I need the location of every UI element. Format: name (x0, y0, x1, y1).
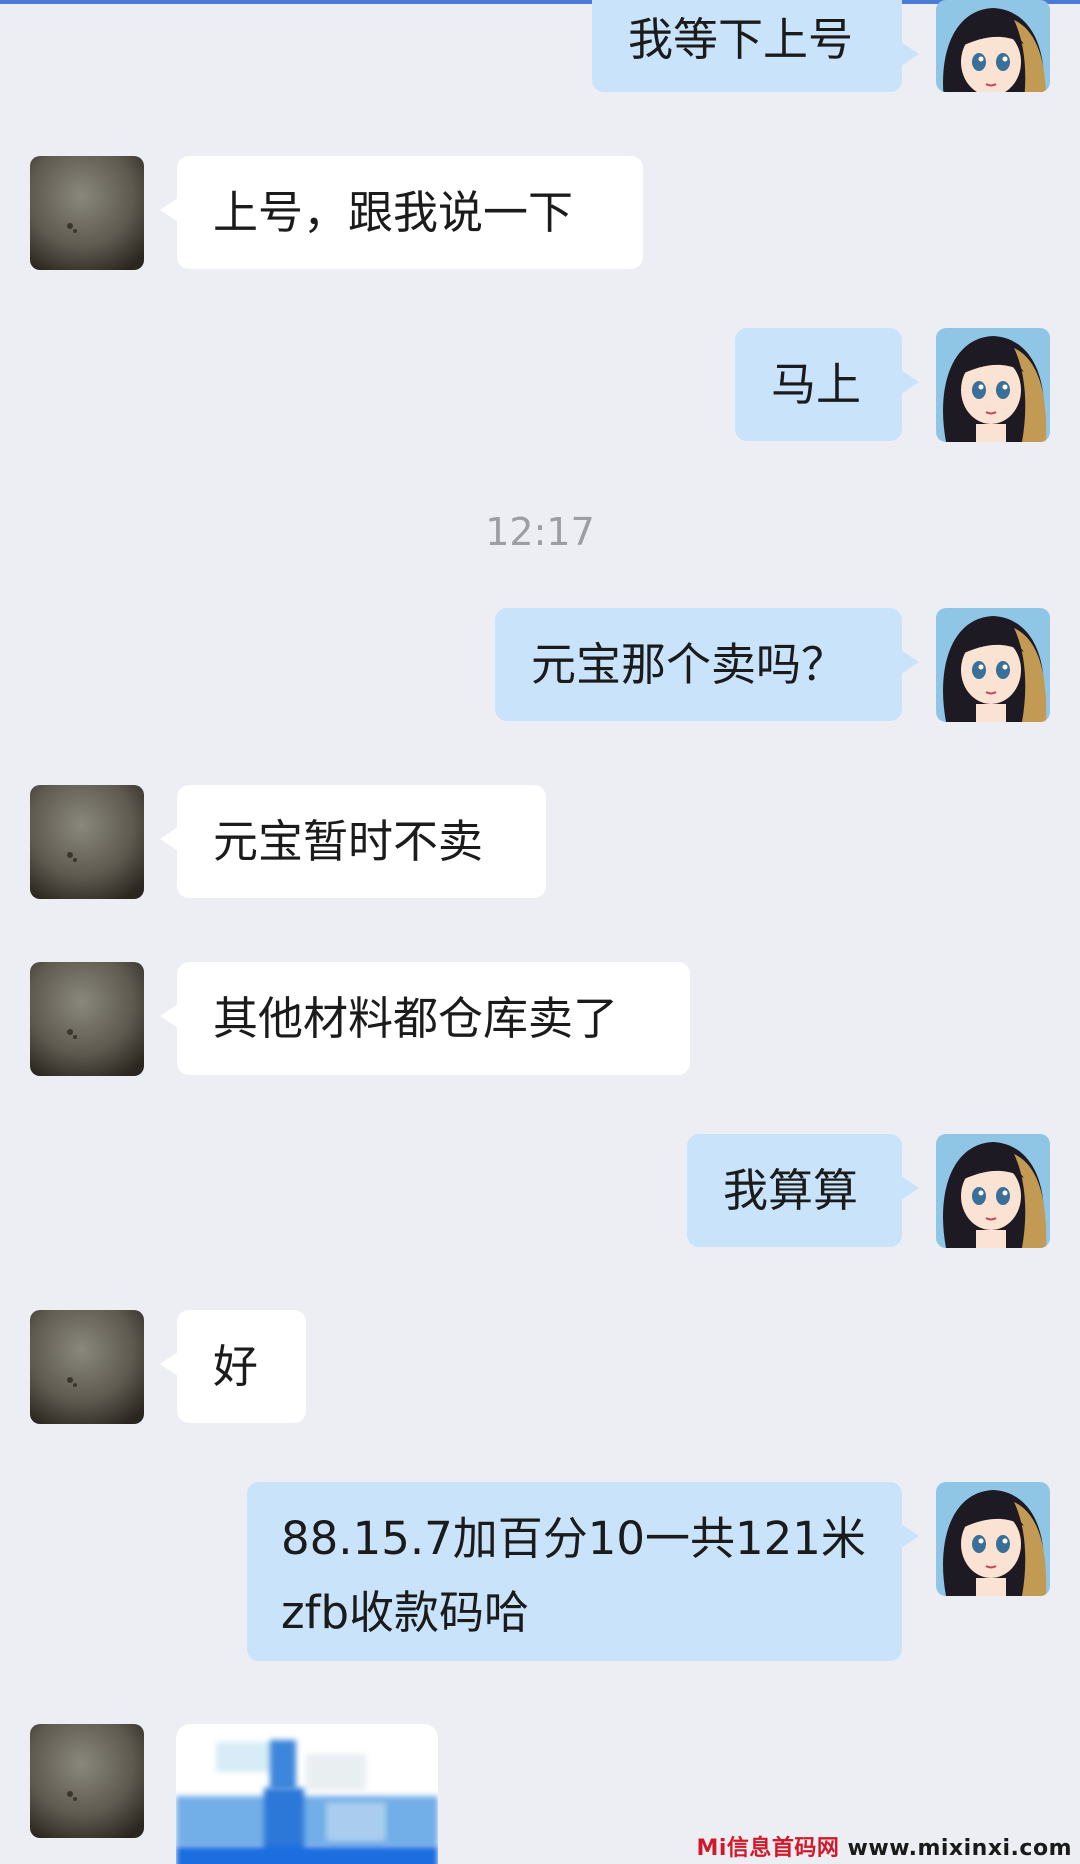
top-accent-line (0, 0, 1080, 4)
message-bubble-peer[interactable]: 好 (160, 1310, 306, 1423)
my-avatar[interactable] (936, 608, 1050, 722)
anime-girl-avatar-icon (936, 1134, 1050, 1248)
peer-avatar[interactable] (30, 962, 144, 1076)
peer-avatar[interactable] (30, 1724, 144, 1838)
dark-photo-avatar-icon (30, 1310, 144, 1424)
watermark: Mi信息首码网 www.mixinxi.com (696, 1830, 1072, 1862)
dark-photo-avatar-icon (30, 1724, 144, 1838)
blurred-payment-qr-image[interactable] (176, 1724, 438, 1864)
message-timestamp: 12:17 (485, 510, 595, 554)
message-bubble-peer[interactable]: 上号，跟我说一下 (160, 156, 643, 269)
anime-girl-avatar-icon (936, 0, 1050, 92)
message-line: 88.15.7加百分10一共121米 (281, 1512, 866, 1565)
anime-girl-avatar-icon (936, 328, 1050, 442)
watermark-url: www.mixinxi.com (847, 1836, 1072, 1861)
peer-avatar[interactable] (30, 785, 144, 899)
anime-girl-avatar-icon (936, 608, 1050, 722)
my-avatar[interactable] (936, 1134, 1050, 1248)
my-avatar[interactable] (936, 328, 1050, 442)
message-bubble-mine[interactable]: 88.15.7加百分10一共121米 zfb收款码哈 (247, 1482, 919, 1661)
my-avatar[interactable] (936, 1482, 1050, 1596)
dark-photo-avatar-icon (30, 156, 144, 270)
message-bubble-mine[interactable]: 元宝那个卖吗？ (495, 608, 919, 721)
message-line: zfb收款码哈 (281, 1586, 530, 1639)
message-bubble-mine[interactable]: 马上 (735, 328, 919, 441)
watermark-brand: Mi信息首码网 (696, 1836, 840, 1861)
dark-photo-avatar-icon (30, 785, 144, 899)
message-bubble-peer[interactable]: 其他材料都仓库卖了 (160, 962, 690, 1075)
my-avatar[interactable] (936, 0, 1050, 92)
anime-girl-avatar-icon (936, 1482, 1050, 1596)
peer-avatar[interactable] (30, 1310, 144, 1424)
message-bubble-mine[interactable]: 我算算 (687, 1134, 919, 1247)
message-bubble-peer[interactable]: 元宝暂时不卖 (160, 785, 546, 898)
peer-avatar[interactable] (30, 156, 144, 270)
dark-photo-avatar-icon (30, 962, 144, 1076)
message-bubble-mine[interactable]: 我等下上号 (592, 0, 919, 92)
